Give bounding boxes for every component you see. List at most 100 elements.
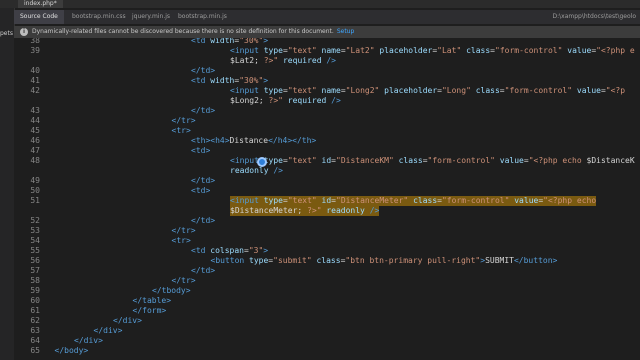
code-line[interactable]: 43 </td> (14, 106, 640, 116)
code-line[interactable]: 50 <td> (14, 186, 640, 196)
code-text: </td> (191, 176, 216, 185)
code-text: $Long2; ?>" required /> (230, 96, 341, 105)
line-number: 65 (30, 346, 40, 355)
line-number: 58 (30, 276, 40, 285)
line-number: 51 (30, 196, 40, 205)
code-line[interactable]: 42 <input type="text" name="Long2" placeh… (14, 86, 640, 96)
code-line[interactable]: 48 <input type="text" id="DistanceKM" cla… (14, 156, 640, 166)
tab-bootstrap-js[interactable]: bootstrap.min.js (172, 10, 233, 24)
code-text: <input type="text" id="DistanceKM" class… (230, 156, 635, 165)
code-line[interactable]: 47 <td> (14, 146, 640, 156)
mouse-cursor-icon (257, 157, 267, 167)
line-number: 45 (30, 126, 40, 135)
code-text: </td> (191, 106, 216, 115)
line-number: 47 (30, 146, 40, 155)
code-line[interactable]: 65 </body> (14, 346, 640, 356)
code-line[interactable]: 64 </div> (14, 336, 640, 346)
line-number: 44 (30, 116, 40, 125)
side-panel-label: pets (0, 30, 13, 37)
side-panel[interactable]: pets (0, 8, 15, 360)
code-line[interactable]: 49 </td> (14, 176, 640, 186)
line-number: 41 (30, 76, 40, 85)
line-number: 50 (30, 186, 40, 195)
code-line[interactable]: 60 </table> (14, 296, 640, 306)
line-number: 60 (30, 296, 40, 305)
line-number: 42 (30, 86, 40, 95)
code-text: </tbody> (152, 286, 191, 295)
code-text: $Lat2; ?>" required /> (230, 56, 336, 65)
code-line[interactable]: 40 </td> (14, 66, 640, 76)
info-notification: i Dynamically-related files cannot be di… (14, 26, 640, 38)
code-text: </tr> (171, 276, 196, 285)
code-text: <input type="text" name="Long2" placehol… (230, 86, 626, 95)
code-text: <th><h4>Distance</h4></th> (191, 136, 317, 145)
code-text: <tr> (171, 236, 191, 245)
code-line[interactable]: 51 <input type="text" id="DistanceMeter" … (14, 196, 640, 206)
code-line[interactable]: 57 </td> (14, 266, 640, 276)
line-number: 57 (30, 266, 40, 275)
code-text: </body> (54, 346, 89, 355)
code-line[interactable]: 62 </div> (14, 316, 640, 326)
code-line[interactable]: 61 </form> (14, 306, 640, 316)
code-line[interactable]: 56 <button type="submit" class="btn btn-p… (14, 256, 640, 266)
code-line[interactable]: 44 </tr> (14, 116, 640, 126)
code-text: </div> (74, 336, 103, 345)
file-tab[interactable]: index.php* (18, 0, 63, 8)
tab-bootstrap-css[interactable]: bootstrap.min.css (66, 10, 132, 24)
line-number: 56 (30, 256, 40, 265)
code-text: <button type="submit" class="btn btn-pri… (210, 256, 558, 265)
line-number: 54 (30, 236, 40, 245)
code-text: </tr> (171, 226, 196, 235)
code-text: <td width="30%"> (191, 76, 269, 85)
code-line[interactable]: 39 <input type="text" name="Lat2" placeho… (14, 46, 640, 56)
line-number: 64 (30, 336, 40, 345)
code-text: </table> (132, 296, 172, 305)
line-number: 40 (30, 66, 40, 75)
code-line[interactable]: 46 <th><h4>Distance</h4></th> (14, 136, 640, 146)
code-line[interactable]: 58 </tr> (14, 276, 640, 286)
code-line[interactable]: 38 <td width="30%"> (14, 38, 640, 46)
code-line[interactable]: 54 <tr> (14, 236, 640, 246)
code-text: <td colspan="3"> (191, 246, 269, 255)
line-number: 43 (30, 106, 40, 115)
code-text: </tr> (171, 116, 196, 125)
code-line[interactable]: 45 <tr> (14, 126, 640, 136)
code-line[interactable]: 41 <td width="30%"> (14, 76, 640, 86)
code-line[interactable]: 55 <td colspan="3"> (14, 246, 640, 256)
tab-jquery-js[interactable]: jquery.min.js (126, 10, 176, 24)
code-text: </div> (93, 326, 123, 335)
info-icon: i (20, 28, 28, 36)
line-number: 49 (30, 176, 40, 185)
code-line[interactable]: $Long2; ?>" required /> (14, 96, 640, 106)
line-number: 39 (30, 46, 40, 55)
code-line[interactable]: 59 </tbody> (14, 286, 640, 296)
line-number: 53 (30, 226, 40, 235)
code-text: readonly /> (230, 166, 283, 175)
line-number: 52 (30, 216, 40, 225)
line-number: 59 (30, 286, 40, 295)
code-text: <td width="30%"> (191, 38, 269, 45)
code-editor[interactable]: 38 <td width="30%"> 39 <input type="text" n… (14, 38, 640, 360)
code-text: $DistanceMeter; ?>" readonly /> (230, 206, 380, 216)
code-line[interactable]: 52 </td> (14, 216, 640, 226)
code-line[interactable]: $DistanceMeter; ?>" readonly /> (14, 206, 640, 216)
setup-link[interactable]: Setup (337, 28, 354, 35)
code-text: </td> (191, 216, 216, 225)
line-number: 62 (30, 316, 40, 325)
code-text: <input type="text" name="Lat2" placehold… (230, 46, 635, 55)
tab-source-code[interactable]: Source Code (14, 10, 64, 24)
title-bar: index.php* (0, 0, 640, 8)
file-path: D:\xampp\htdocs\test\geolo (552, 13, 636, 20)
code-line[interactable]: readonly /> (14, 166, 640, 176)
code-line[interactable]: 63 </div> (14, 326, 640, 336)
line-number: 61 (30, 306, 40, 315)
code-text: </td> (191, 66, 216, 75)
code-line[interactable]: 53 </tr> (14, 226, 640, 236)
code-text: <input type="text" id="DistanceMeter" cl… (230, 196, 597, 206)
code-line[interactable]: $Lat2; ?>" required /> (14, 56, 640, 66)
code-text: </td> (191, 266, 216, 275)
code-text: </form> (132, 306, 167, 315)
code-text: <td> (191, 186, 211, 195)
line-number: 46 (30, 136, 40, 145)
code-text: <td> (191, 146, 211, 155)
